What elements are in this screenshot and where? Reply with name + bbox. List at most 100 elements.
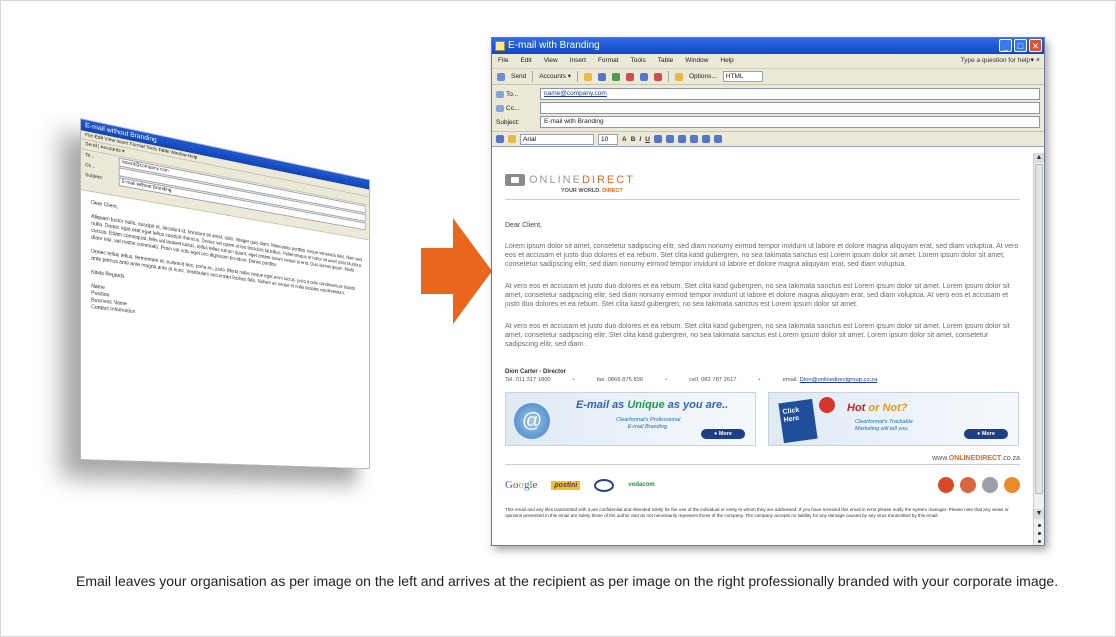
menu-format[interactable]: Format: [598, 54, 619, 68]
to-button[interactable]: To...: [496, 90, 540, 98]
banner2-sub-line1: Clearformat's Trackable: [855, 419, 913, 425]
align-left-icon[interactable]: [653, 135, 662, 143]
menu-table[interactable]: Table: [658, 54, 674, 68]
banner2-more-button[interactable]: ● More: [964, 429, 1008, 439]
tagline-part-2: DIRECT: [602, 188, 623, 194]
minimize-button[interactable]: _: [999, 39, 1012, 52]
indent-icon[interactable]: [713, 135, 722, 143]
toolbar-separator: [668, 71, 669, 82]
banner1-more-button[interactable]: ● More: [701, 429, 745, 439]
browse-dot-icon[interactable]: [1038, 532, 1041, 535]
numbering-icon[interactable]: [689, 135, 698, 143]
menu-insert[interactable]: Insert: [570, 54, 586, 68]
flag-icon[interactable]: [654, 72, 662, 81]
email-app-icon: [495, 41, 505, 51]
logo-wordmark: ONLINEDIRECT: [529, 174, 635, 186]
google-letter: G: [505, 479, 513, 491]
signature-fax: fax. 0866 875 836: [596, 377, 644, 383]
logo-tagline: YOUR WORLD. DIRECT: [561, 188, 1020, 194]
font-color-button[interactable]: A: [622, 136, 627, 143]
banner2-headline: Hot or Not?: [847, 402, 908, 414]
website-url[interactable]: www.ONLINEDIRECT.co.za: [505, 455, 1020, 462]
italic-button[interactable]: I: [639, 136, 641, 143]
banner1-headline-part3: as you are..: [664, 399, 729, 411]
signature-tel: Tel. 011 317 1800: [505, 377, 551, 383]
scroll-thumb[interactable]: [1035, 164, 1043, 494]
banner-row: @ E-mail as Unique as you are.. Clearfor…: [505, 392, 1020, 446]
bullet: •: [665, 377, 668, 383]
browse-dot-icon[interactable]: [1038, 524, 1041, 527]
bold-button[interactable]: B: [631, 136, 636, 143]
unbranded-email-window: E-mail without Branding File Edit View I…: [80, 118, 370, 470]
align-center-icon[interactable]: [665, 135, 674, 143]
banner1-headline-part2: Unique: [627, 399, 665, 411]
bullet: •: [758, 377, 761, 383]
postini-logo: postini: [551, 480, 581, 490]
menu-tools[interactable]: Tools: [631, 54, 646, 68]
help-close-icon[interactable]: ▾ ×: [1030, 54, 1040, 68]
close-button[interactable]: ✕: [1029, 39, 1042, 52]
email-branding-banner[interactable]: @ E-mail as Unique as you are.. Clearfor…: [505, 392, 756, 446]
arrow-right-icon: [421, 218, 492, 324]
divider: [505, 199, 1020, 200]
cert-badge-icon: [938, 477, 954, 493]
save-icon[interactable]: [496, 135, 504, 143]
message-header: To... name@company.com Cc... Subject: E-…: [492, 85, 1044, 131]
importance-high-icon[interactable]: [626, 72, 634, 81]
cert-badge-icon: [982, 477, 998, 493]
menu-file[interactable]: File: [498, 54, 508, 68]
title-bar: E-mail with Branding _ □ ✕: [492, 38, 1044, 54]
formatting-toolbar: Arial 10 A B I U: [492, 131, 1044, 147]
scroll-down-icon[interactable]: ▼: [1034, 509, 1044, 519]
accounts-button[interactable]: Accounts ▾: [539, 69, 571, 84]
unbranded-email-preview: E-mail without Branding File Edit View I…: [60, 110, 420, 470]
divider: [505, 464, 1020, 465]
subject-field[interactable]: E-mail with Branding: [540, 116, 1040, 128]
message-format-select[interactable]: HTML: [722, 71, 763, 82]
url-domain: ONLINEDIRECT: [948, 455, 1002, 462]
menu-edit[interactable]: Edit: [520, 54, 531, 68]
help-question-box[interactable]: Type a question for help: [961, 54, 1030, 68]
standard-toolbar: Send Accounts ▾ Options... HTML: [492, 69, 1044, 85]
banner2-headline-part1: Hot: [847, 402, 866, 414]
maximize-button[interactable]: □: [1014, 39, 1027, 52]
underline-button[interactable]: U: [645, 136, 650, 143]
google-letter: e: [532, 479, 538, 491]
align-right-icon[interactable]: [677, 135, 686, 143]
attach-icon[interactable]: [584, 72, 592, 81]
address-book-icon[interactable]: [598, 72, 606, 81]
menu-help[interactable]: Help: [720, 54, 733, 68]
cc-row: Cc...: [496, 101, 1040, 115]
banner1-sub-line2: E-mail Branding.: [627, 424, 669, 430]
to-field[interactable]: name@company.com: [540, 88, 1040, 100]
menu-window[interactable]: Window: [685, 54, 708, 68]
subject-label: Subject:: [496, 118, 520, 126]
cc-field[interactable]: [540, 102, 1040, 114]
signature-cell: cell. 082 787 2617: [689, 377, 737, 383]
email-body[interactable]: ONLINEDIRECT YOUR WORLD. DIRECT Dear Cli…: [492, 153, 1033, 545]
font-size-select[interactable]: 10: [598, 133, 618, 145]
signature-email-label: email.: [782, 377, 799, 383]
signature-email-link[interactable]: Dion@onlinedirectgroup.co.za: [800, 377, 878, 383]
badge-icon: [819, 397, 835, 413]
online-direct-logo: ONLINEDIRECT: [505, 171, 1020, 189]
browse-dot-icon[interactable]: [1038, 540, 1041, 543]
signature-email-group: email. Dion@onlinedirectgroup.co.za: [783, 377, 878, 383]
style-icon[interactable]: [508, 135, 516, 143]
trackable-marketing-banner[interactable]: Click Here Hot or Not? Clearformat's Tra…: [768, 392, 1019, 446]
options-icon: [675, 72, 683, 81]
banner2-sub-line2: Marketing will tell you.: [855, 426, 909, 432]
send-button[interactable]: Send: [511, 69, 526, 84]
vertical-scrollbar[interactable]: ▲ ▼: [1033, 153, 1044, 545]
options-button[interactable]: Options...: [689, 69, 717, 84]
importance-low-icon[interactable]: [640, 72, 648, 81]
banner1-sub-line1: Clearformat's Professional: [616, 417, 681, 423]
scroll-up-icon[interactable]: ▲: [1034, 153, 1044, 163]
bullets-icon[interactable]: [701, 135, 710, 143]
cc-button[interactable]: Cc...: [496, 104, 540, 112]
menu-view[interactable]: View: [544, 54, 558, 68]
font-select[interactable]: Arial: [520, 133, 594, 145]
check-names-icon[interactable]: [612, 72, 620, 81]
vodacom-logo: vodacom: [628, 482, 655, 488]
logo-word-online: ONLINE: [529, 174, 582, 186]
